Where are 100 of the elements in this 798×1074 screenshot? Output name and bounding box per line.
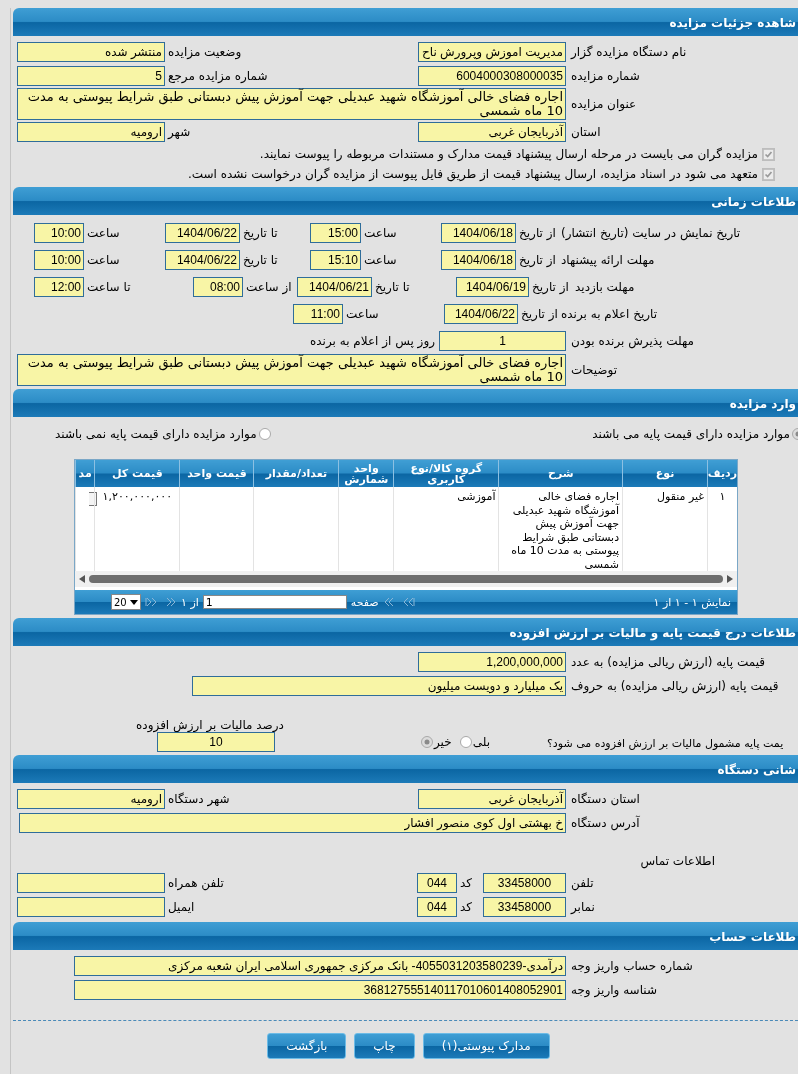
text-field[interactable]: مدیریت اموزش وپرورش ناح — [418, 42, 566, 62]
radio-label: موارد مزایده دارای قیمت پایه نمی باشند — [55, 427, 257, 441]
action-button[interactable]: چاپ — [354, 1033, 415, 1059]
text-field[interactable]: یک میلیارد و دویست میلیون — [192, 676, 566, 696]
text-field[interactable]: 5 — [17, 66, 165, 86]
radio-button[interactable] — [459, 736, 472, 748]
field-label: مهلت پذیرش برنده بودن — [570, 333, 694, 348]
text-field[interactable]: 11:00 — [293, 303, 343, 324]
text-field[interactable]: 10:00 — [34, 249, 84, 270]
field-label: تا تاریخ — [242, 252, 278, 267]
text-field[interactable]: 1404/06/22 — [444, 303, 518, 324]
field-label: تا تاریخ — [242, 225, 278, 240]
text-field[interactable]: آذربایجان غربی — [418, 122, 566, 142]
text-field[interactable]: 10:00 — [34, 222, 84, 243]
group-caption: اطلاعات تماس — [640, 853, 715, 871]
text-field[interactable] — [17, 873, 165, 893]
action-button[interactable]: بازگشت — [267, 1033, 347, 1059]
radio-button[interactable] — [421, 736, 433, 748]
field-label: از تاریخ — [518, 252, 556, 267]
text-field[interactable]: 10 — [157, 732, 275, 752]
text-field[interactable]: 08:00 — [193, 276, 243, 297]
field-label: ساعت — [363, 252, 397, 267]
field-label: تا ساعت — [86, 279, 131, 294]
page-count: از ١ — [181, 595, 199, 609]
scroll-right-icon[interactable] — [727, 575, 733, 583]
field-label: شهر — [166, 125, 191, 139]
text-field[interactable]: 1404/06/21 — [297, 276, 372, 297]
text-field[interactable]: 1 — [439, 330, 566, 351]
column-header[interactable]: گروه کالا/نوع کاربری — [393, 460, 499, 487]
radio-label: خیر — [434, 735, 452, 749]
text-field[interactable]: ارومیه — [17, 122, 165, 142]
text-field[interactable]: 1404/06/22 — [165, 222, 240, 243]
page-size-select[interactable]: 20 — [111, 594, 141, 610]
column-header[interactable]: قیمت واحد — [179, 460, 254, 487]
text-area[interactable]: اجاره فضای خالی آموزشگاه شهید عبدیلی جهت آموزش پیش دبستانی طبق شرایط پیوستی به مدت 10 ماه شمسی — [17, 354, 566, 386]
field-label: نام دستگاه مزایده گزار — [569, 45, 687, 59]
text-field[interactable]: 1,200,000,000 — [418, 652, 566, 672]
field-label: قیمت پایه (ارزش ریالی مزایده) به عدد — [570, 655, 765, 669]
column-header[interactable]: نوع — [622, 460, 708, 487]
column-header[interactable]: قیمت کل — [94, 460, 180, 487]
text-field[interactable]: 15:00 — [310, 222, 361, 243]
text-field[interactable]: ارومیه — [17, 789, 165, 809]
field-label: ساعت — [363, 225, 397, 240]
text-field[interactable]: 6004000308000035 — [418, 66, 566, 86]
field-label: از تاریخ — [531, 279, 569, 294]
checkbox[interactable] — [762, 147, 775, 161]
section-header: شاهده جزئیات مزایده — [13, 8, 798, 36]
text-field[interactable]: خ بهشتی اول کوی منصور افشار — [19, 813, 566, 833]
text-field[interactable]: 368127555140117010601408052901 — [74, 980, 566, 1000]
text-field[interactable]: منتشر شده — [17, 42, 165, 62]
field-label: شماره حساب واریز وجه — [570, 959, 693, 973]
text-field[interactable]: 12:00 — [34, 276, 84, 297]
field-label: نمابر — [569, 900, 595, 914]
field-label: استان دستگاه — [570, 792, 640, 806]
text-field[interactable]: درآمدی-4055031203580239- بانک مرکزی جمهوری اسلامی ایران شعبه مرکزی — [74, 956, 566, 976]
field-label: وضعیت مزایده — [167, 45, 242, 59]
table-cell: غیر منقول — [657, 490, 705, 503]
field-label: شماره مزایده — [570, 69, 640, 83]
action-button[interactable]: مدارک پیوستی(١) — [422, 1033, 550, 1059]
field-label: از تاریخ — [520, 306, 558, 321]
field-label: قیمت پایه (ارزش ریالی مزایده) به حروف — [570, 679, 779, 693]
text-field[interactable]: 1404/06/19 — [456, 276, 529, 297]
text-area[interactable]: اجاره فضای خالی آموزشگاه شهید عبدیلی جهت آموزش پیش دبستانی طبق شرایط پیوستی به مدت 10 ماه شمسی — [17, 88, 566, 120]
field-label: توضیحات — [570, 363, 618, 377]
text-field[interactable]: 1404/06/18 — [441, 249, 516, 270]
text-field[interactable]: 1404/06/18 — [441, 222, 516, 243]
last-page-icon[interactable] — [145, 597, 159, 607]
text-field[interactable]: 1404/06/22 — [165, 249, 240, 270]
text-field[interactable]: آذربایجان غربی — [418, 789, 566, 809]
column-header[interactable]: مد — [75, 460, 95, 487]
radio-label: موارد مزایده دارای قیمت پایه می باشند — [592, 427, 790, 441]
page-label: صفحه — [350, 595, 379, 609]
column-header[interactable]: شرح — [498, 460, 623, 487]
column-header[interactable]: واحد شمارش — [338, 460, 394, 487]
table-cell: ١ — [719, 490, 726, 503]
scroll-left-icon[interactable] — [79, 575, 85, 583]
section-header: شانی دستگاه — [13, 755, 798, 783]
caret-icon — [130, 599, 138, 605]
checkbox[interactable] — [762, 167, 775, 181]
horizontal-scrollbar[interactable] — [75, 571, 737, 587]
text-field[interactable]: 33458000 — [483, 873, 566, 893]
field-label: تاریخ اعلام به برنده — [560, 306, 658, 321]
field-label: مهلت ارائه پیشنهاد — [560, 252, 655, 267]
field-label: ساعت — [345, 306, 379, 321]
page-input[interactable]: 1 — [202, 595, 347, 609]
section-header: طلاعات زمانی — [13, 187, 798, 215]
radio-button[interactable] — [258, 428, 271, 440]
column-header[interactable]: ردیف — [707, 460, 737, 487]
column-header[interactable]: تعداد/مقدار — [253, 460, 339, 487]
text-field[interactable]: 044 — [417, 873, 457, 893]
field-label: درصد مالیات بر ارزش افزوده — [136, 719, 284, 732]
field-label: کد — [459, 876, 472, 890]
text-field[interactable]: 15:10 — [310, 249, 361, 270]
row-action-button[interactable] — [89, 492, 98, 506]
text-field[interactable] — [17, 897, 165, 917]
field-label: از ساعت — [245, 279, 292, 294]
section-header: طلاعات حساب — [13, 922, 798, 950]
text-field[interactable]: 33458000 — [483, 897, 566, 917]
field-label: عنوان مزایده — [570, 97, 637, 111]
text-field[interactable]: 044 — [417, 897, 457, 917]
